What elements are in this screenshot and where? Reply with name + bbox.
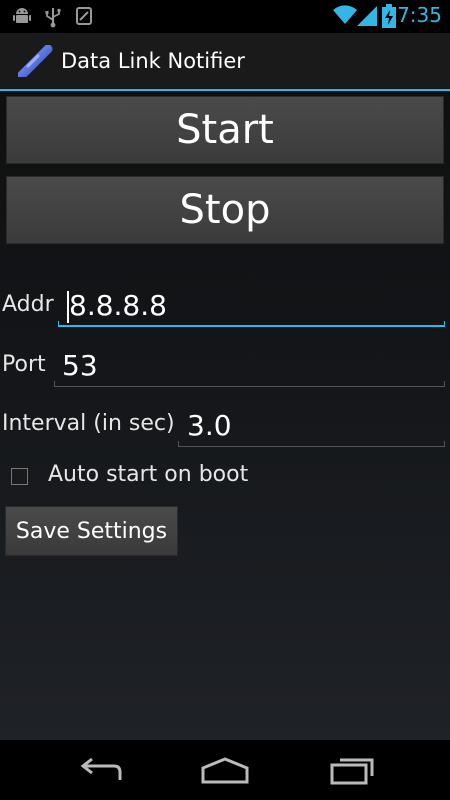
home-icon[interactable]: [197, 754, 253, 786]
port-field[interactable]: 53: [54, 347, 445, 387]
interval-underline: [178, 441, 445, 447]
stop-button[interactable]: Stop: [6, 176, 444, 244]
text-cursor: [67, 291, 69, 323]
battery-charging-icon: [382, 4, 396, 32]
interval-field[interactable]: 3.0: [178, 407, 445, 447]
start-button[interactable]: Start: [6, 96, 444, 164]
addr-field[interactable]: 8.8.8.8: [58, 287, 445, 327]
port-underline: [54, 381, 445, 387]
interval-label: Interval (in sec): [2, 411, 175, 436]
auto-start-label[interactable]: Auto start on boot: [48, 462, 248, 487]
back-icon[interactable]: [72, 754, 128, 786]
port-label: Port: [2, 352, 46, 377]
app-title: Data Link Notifier: [61, 49, 245, 73]
android-debug-icon: [12, 6, 32, 30]
port-value: 53: [62, 349, 98, 382]
save-settings-button[interactable]: Save Settings: [5, 506, 178, 556]
auto-start-checkbox[interactable]: [11, 468, 28, 485]
interval-value: 3.0: [187, 409, 232, 442]
action-bar: Data Link Notifier: [0, 33, 450, 91]
app-link-icon: [17, 44, 54, 81]
recent-apps-icon[interactable]: [326, 754, 382, 786]
sync-icon: [74, 6, 94, 30]
addr-label: Addr: [2, 292, 54, 317]
navigation-bar: [0, 740, 450, 800]
addr-underline: [58, 321, 445, 327]
status-bar: 7:35: [0, 0, 450, 33]
usb-icon: [44, 6, 62, 32]
wifi-icon: [333, 5, 357, 29]
addr-value: 8.8.8.8: [69, 289, 167, 322]
clock: 7:35: [397, 3, 442, 27]
signal-icon: [356, 5, 378, 31]
